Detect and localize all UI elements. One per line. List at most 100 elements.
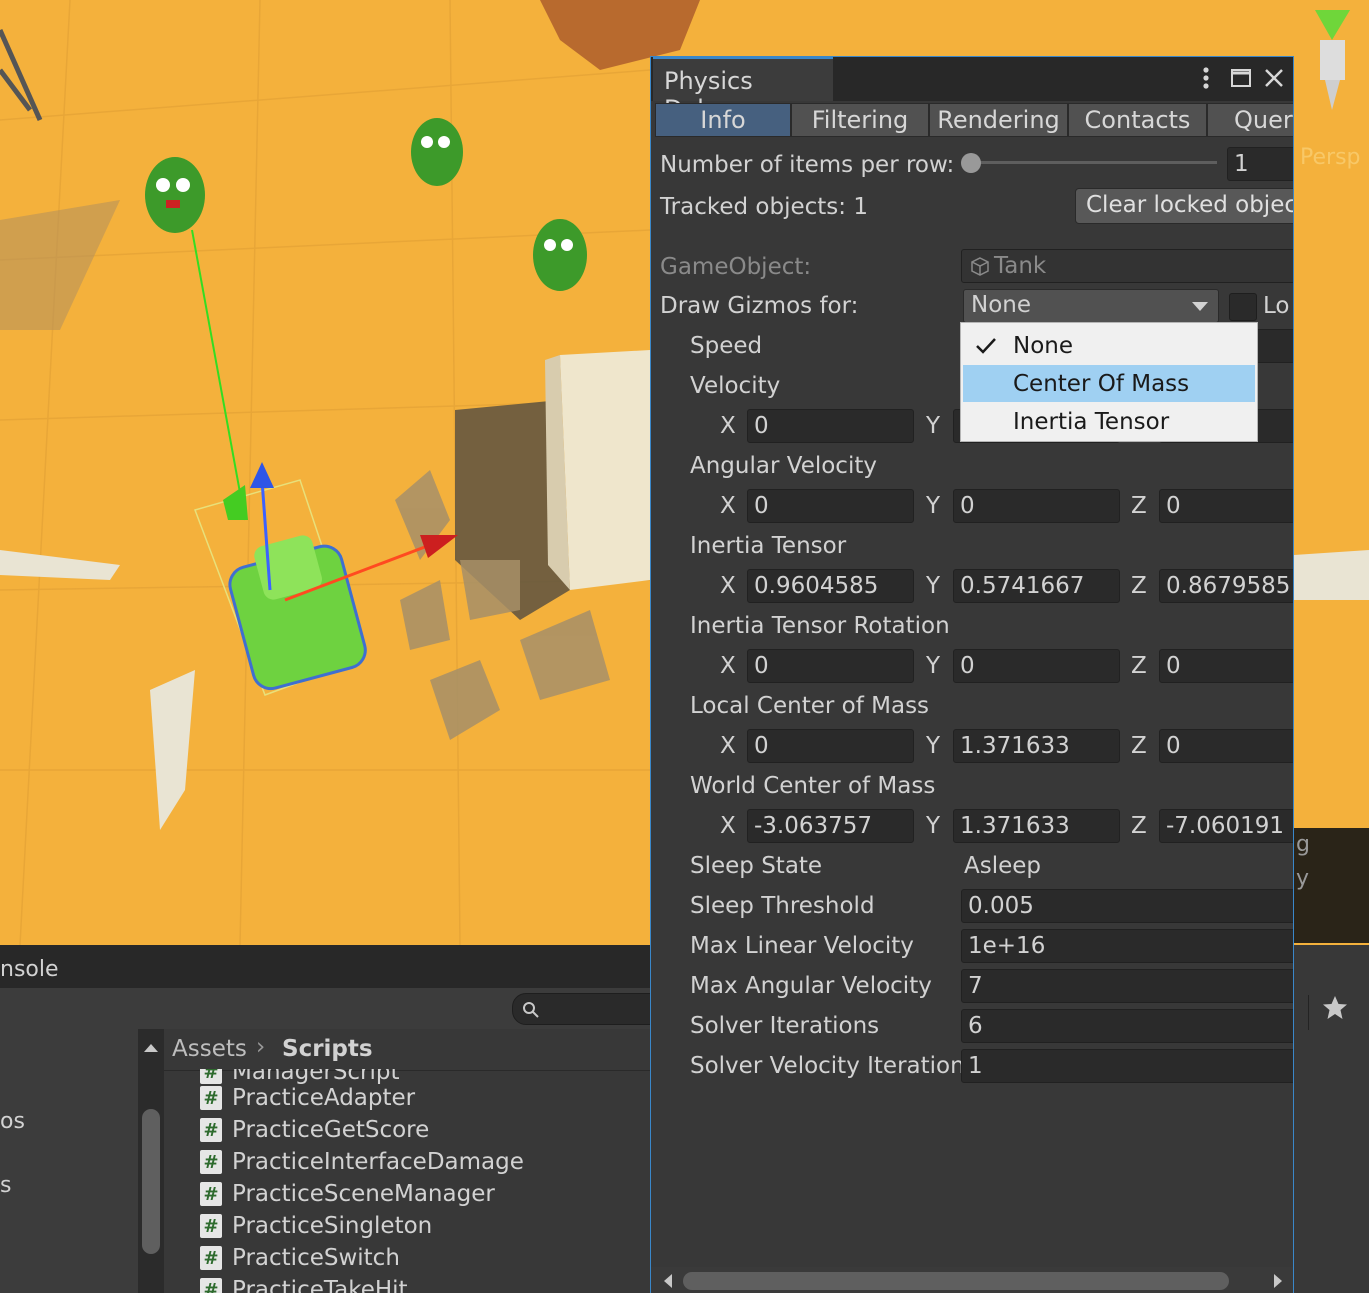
axis-y-label: Y <box>926 493 941 519</box>
axis-x-label: X <box>720 733 736 759</box>
solver-velocity-iteration-label: Solver Velocity Iteration <box>690 1053 965 1079</box>
tab-queries[interactable]: Queri <box>1207 103 1293 137</box>
tank-object[interactable] <box>194 479 369 696</box>
scrollbar-thumb[interactable] <box>142 1109 160 1254</box>
chevron-down-icon <box>1192 302 1208 311</box>
speed-label: Speed <box>690 333 763 359</box>
inertia-rotation-y-field[interactable]: 0 <box>953 649 1120 683</box>
axis-y-label: Y <box>926 813 941 839</box>
world-com-z-field[interactable]: -7.060191 <box>1159 809 1293 843</box>
checkmark-icon <box>976 338 996 354</box>
solver-velocity-iteration-field[interactable]: 1 <box>961 1049 1293 1083</box>
script-icon: # <box>200 1150 222 1174</box>
world-com-y-field[interactable]: 1.371633 <box>953 809 1120 843</box>
persp-label: Persp <box>1300 145 1361 170</box>
scroll-right-icon[interactable] <box>1271 1273 1285 1289</box>
close-icon[interactable] <box>1263 67 1285 89</box>
lock-label: Lo <box>1263 293 1290 319</box>
more-options-icon[interactable] <box>1200 65 1212 93</box>
gameobject-label: GameObject: <box>660 254 812 280</box>
solver-iterations-field[interactable]: 6 <box>961 1009 1293 1043</box>
items-per-row-input[interactable]: 1 <box>1227 147 1293 181</box>
gameobject-field: Tank <box>961 249 1293 283</box>
asset-item[interactable]: # PracticeSwitch <box>200 1243 400 1273</box>
angular-velocity-x-field[interactable]: 0 <box>747 489 914 523</box>
tab-contacts[interactable]: Contacts <box>1068 103 1207 137</box>
axis-z-label: Z <box>1131 573 1147 599</box>
project-scrollbar[interactable] <box>138 1029 164 1293</box>
inertia-tensor-rotation-label: Inertia Tensor Rotation <box>690 613 950 639</box>
angular-velocity-z-field[interactable]: 0 <box>1159 489 1293 523</box>
scroll-left-icon[interactable] <box>661 1273 675 1289</box>
tab-filtering[interactable]: Filtering <box>791 103 929 137</box>
angular-velocity-label: Angular Velocity <box>690 453 877 479</box>
world-center-of-mass-label: World Center of Mass <box>690 773 936 799</box>
axis-x-label: X <box>720 653 736 679</box>
asset-item[interactable]: # PracticeSingleton <box>200 1211 432 1241</box>
angular-velocity-y-field[interactable]: 0 <box>953 489 1120 523</box>
horizontal-scrollbar[interactable] <box>651 1267 1293 1293</box>
scroll-up-icon[interactable] <box>138 1037 164 1057</box>
axis-y-label: Y <box>926 733 941 759</box>
right-panel-strip <box>1294 945 1369 1293</box>
clear-locked-objects-button[interactable]: Clear locked objec <box>1075 188 1293 224</box>
local-com-z-field[interactable]: 0 <box>1159 729 1293 763</box>
slider-thumb[interactable] <box>961 153 981 173</box>
asset-item[interactable]: # PracticeTakeHit <box>200 1275 408 1293</box>
velocity-x-field[interactable]: 0 <box>747 409 914 443</box>
items-per-row-label: Number of items per row: <box>660 152 955 178</box>
option-center-of-mass[interactable]: Center Of Mass <box>963 365 1255 402</box>
inertia-tensor-label: Inertia Tensor <box>690 533 847 559</box>
local-com-x-field[interactable]: 0 <box>747 729 914 763</box>
tab-info[interactable]: Info <box>655 103 791 137</box>
max-angular-velocity-field[interactable]: 7 <box>961 969 1293 1003</box>
sleep-threshold-label: Sleep Threshold <box>690 893 875 919</box>
solver-iterations-label: Solver Iterations <box>690 1013 880 1039</box>
breadcrumb: Assets › Scripts <box>164 1029 650 1071</box>
behind-text: y <box>1296 866 1310 891</box>
option-inertia-tensor[interactable]: Inertia Tensor <box>963 403 1255 440</box>
inertia-tensor-z-field[interactable]: 0.8679585 <box>1159 569 1293 603</box>
lock-checkbox[interactable] <box>1229 293 1257 321</box>
console-tab-bar: nsole <box>0 945 650 988</box>
asset-item[interactable]: # PracticeAdapter <box>200 1083 415 1113</box>
max-linear-velocity-label: Max Linear Velocity <box>690 933 914 959</box>
folder-item[interactable]: s <box>0 1173 11 1198</box>
local-com-y-field[interactable]: 1.371633 <box>953 729 1120 763</box>
breadcrumb-assets[interactable]: Assets <box>172 1036 247 1062</box>
asset-item[interactable]: # PracticeGetScore <box>200 1115 429 1145</box>
maximize-icon[interactable] <box>1230 68 1252 88</box>
axis-z-label: Z <box>1131 733 1147 759</box>
inertia-tensor-y-field[interactable]: 0.5741667 <box>953 569 1120 603</box>
star-icon[interactable] <box>1320 993 1350 1023</box>
world-com-x-field[interactable]: -3.063757 <box>747 809 914 843</box>
inertia-rotation-z-field[interactable]: 0 <box>1159 649 1293 683</box>
script-icon: # <box>200 1214 222 1238</box>
project-search-input[interactable] <box>512 993 664 1025</box>
max-linear-velocity-field[interactable]: 1e+16 <box>961 929 1293 963</box>
sleep-threshold-field[interactable]: 0.005 <box>961 889 1293 923</box>
tab-rendering[interactable]: Rendering <box>929 103 1068 137</box>
folder-item[interactable]: os <box>0 1109 25 1134</box>
console-tab[interactable]: nsole <box>0 957 59 982</box>
inertia-tensor-x-field[interactable]: 0.9604585 <box>747 569 914 603</box>
asset-item[interactable]: # PracticeInterfaceDamage <box>200 1147 524 1177</box>
option-none[interactable]: None <box>963 327 1255 364</box>
items-per-row-slider[interactable] <box>969 161 1217 164</box>
draw-gizmos-dropdown[interactable]: None <box>963 289 1219 323</box>
breadcrumb-scripts[interactable]: Scripts <box>282 1036 373 1062</box>
cube-icon <box>971 257 989 276</box>
script-icon: # <box>200 1086 222 1110</box>
window-title[interactable]: Physics Debug <box>653 57 833 123</box>
velocity-label: Velocity <box>690 373 781 399</box>
project-browser: Assets › Scripts # ManagerScript # Practic… <box>164 1029 650 1293</box>
scrollbar-thumb[interactable] <box>683 1272 1229 1290</box>
sleep-state-label: Sleep State <box>690 853 823 879</box>
axis-z-label: Z <box>1131 813 1147 839</box>
inertia-rotation-x-field[interactable]: 0 <box>747 649 914 683</box>
axis-x-label: X <box>720 573 736 599</box>
enemy-zombie <box>145 157 205 233</box>
project-folder-tree[interactable]: os s <box>0 1029 140 1293</box>
asset-item[interactable]: # PracticeSceneManager <box>200 1179 495 1209</box>
axis-y-label: Y <box>926 413 941 439</box>
